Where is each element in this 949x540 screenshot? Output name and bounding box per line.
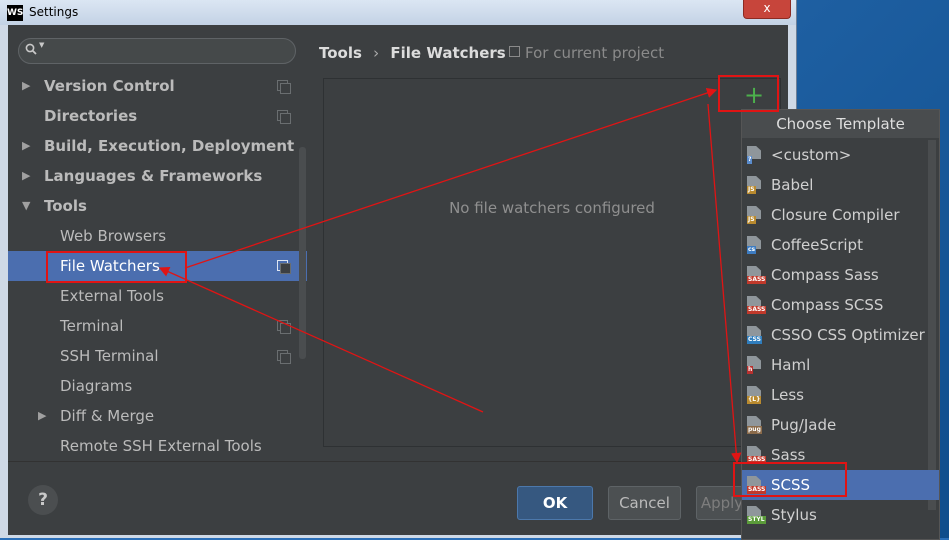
annotation-arrows <box>158 87 742 464</box>
